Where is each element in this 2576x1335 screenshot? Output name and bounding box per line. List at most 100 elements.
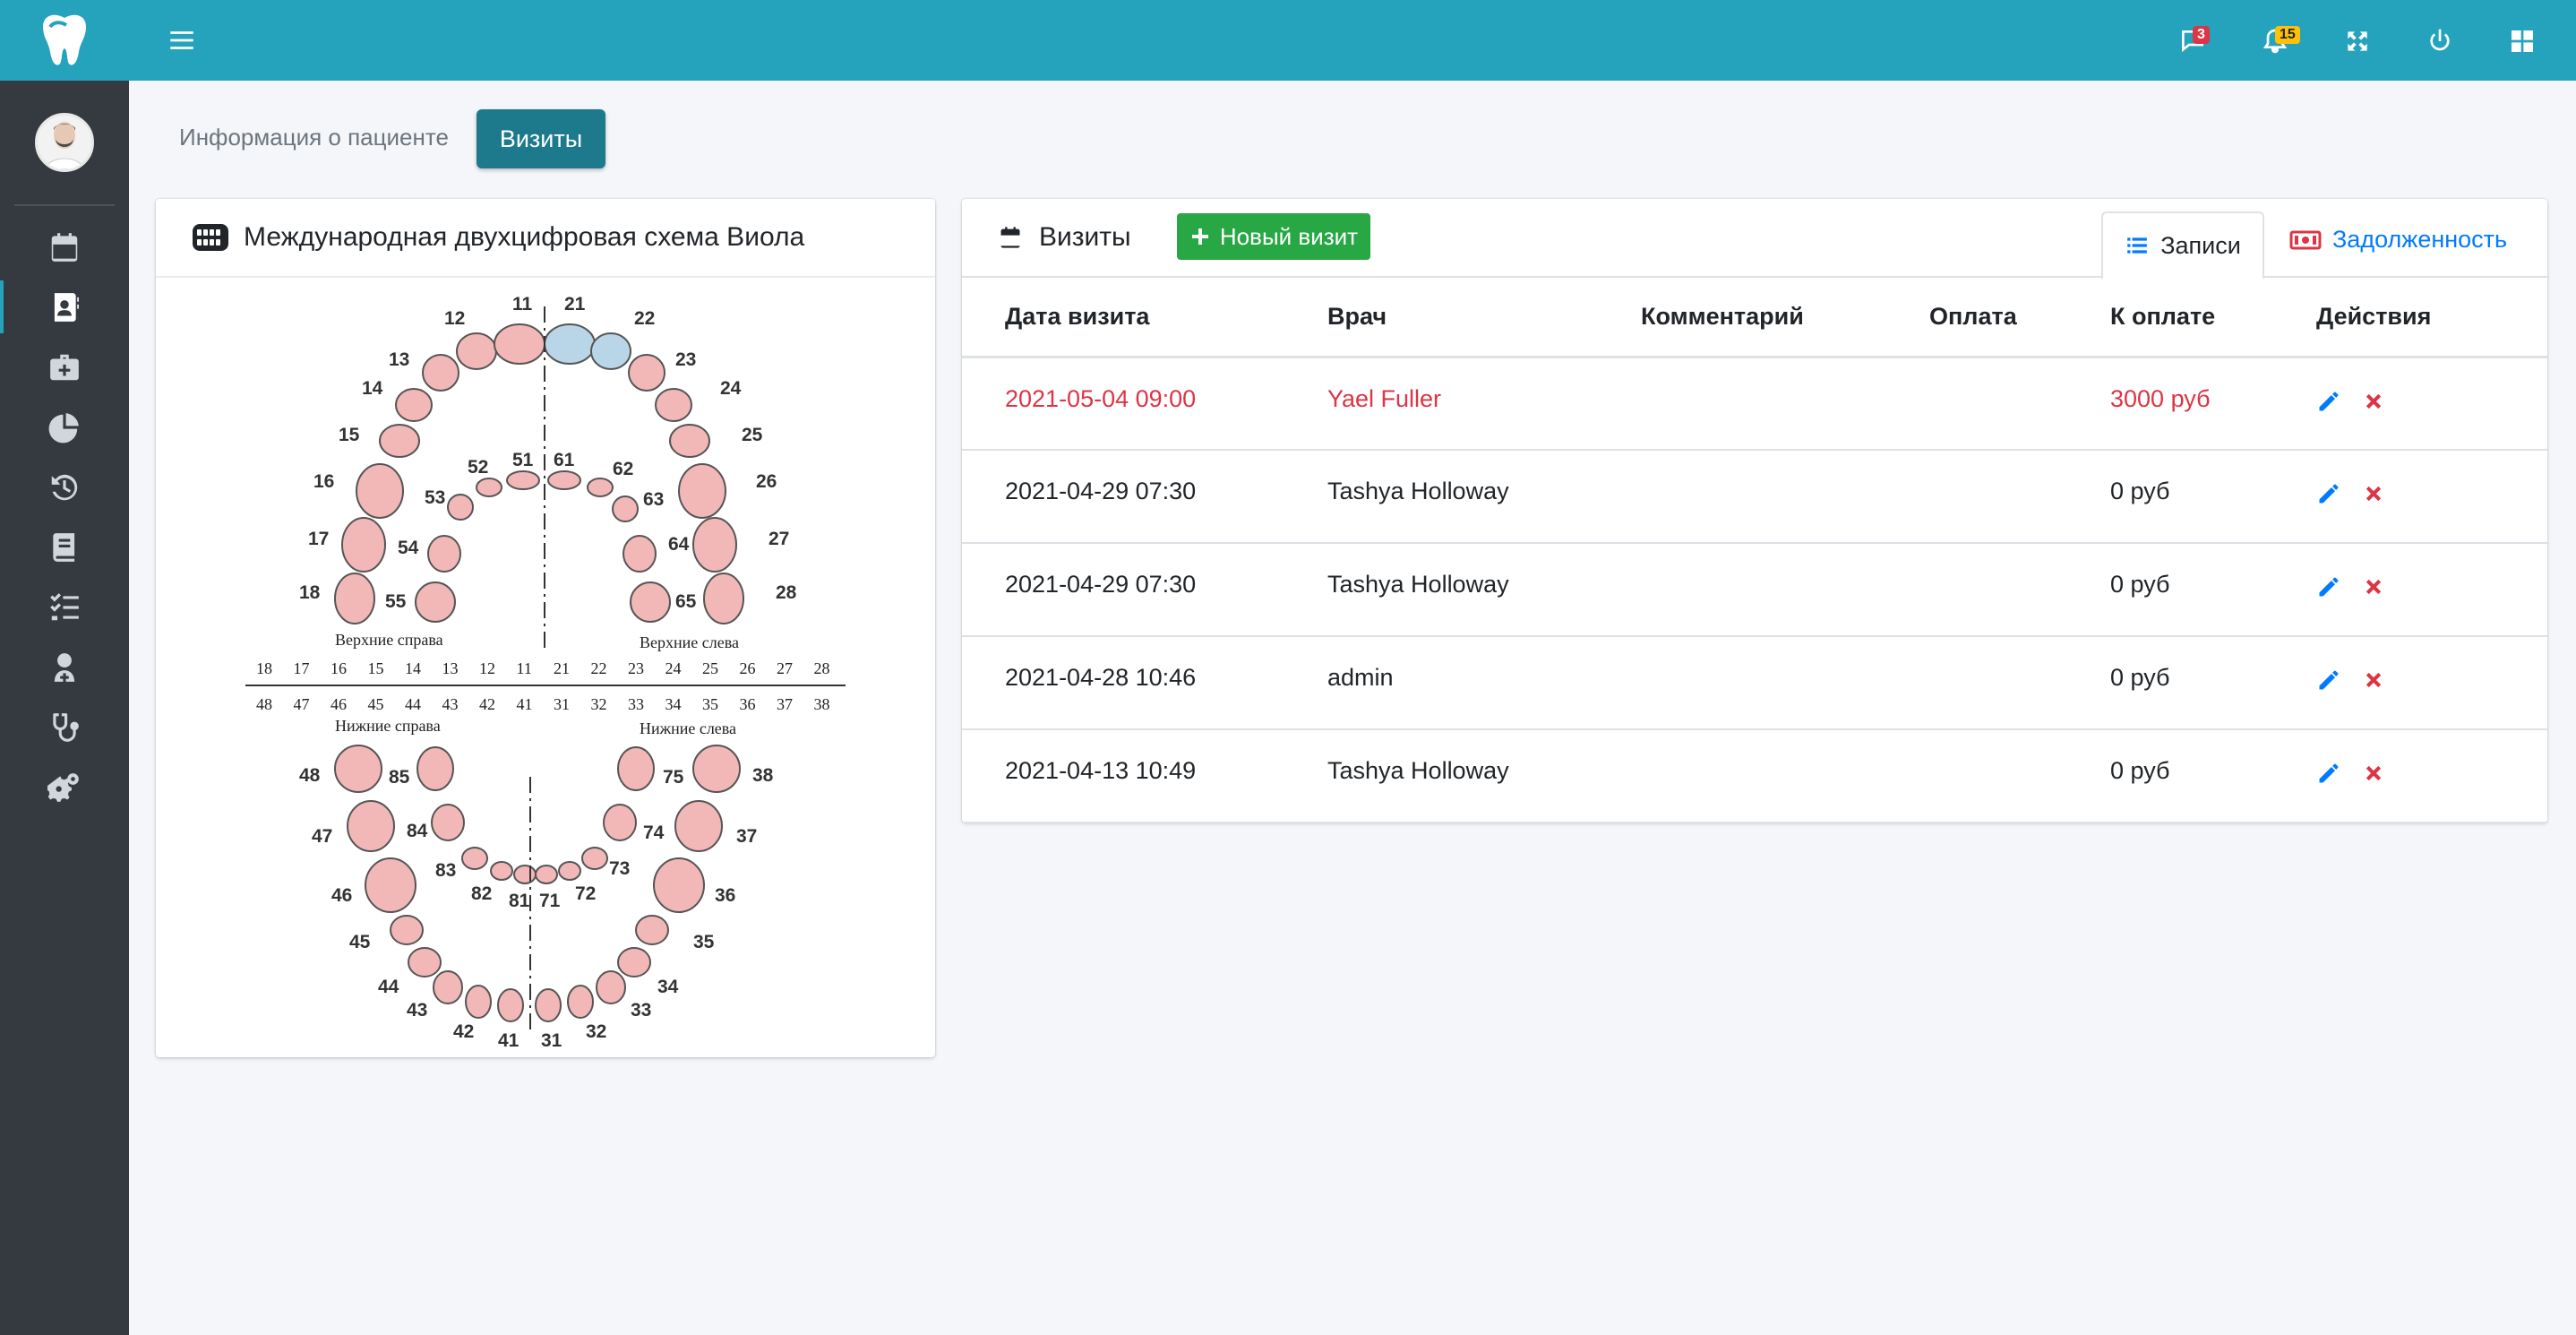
tooth-74[interactable]	[603, 804, 637, 841]
delete-button[interactable]	[2361, 668, 2386, 699]
fullscreen-button[interactable]	[2338, 22, 2377, 61]
tooth-84[interactable]	[431, 804, 465, 841]
tooth-15[interactable]	[379, 424, 420, 458]
table-row[interactable]: 2021-05-04 09:00 Yael Fuller 3000 руб	[962, 357, 2547, 451]
tooth-83[interactable]	[461, 847, 488, 870]
tooth-17[interactable]	[341, 517, 386, 573]
sidebar-item-tasks[interactable]	[0, 577, 129, 637]
tooth-62[interactable]	[587, 478, 614, 497]
tab-records[interactable]: Записи	[2101, 211, 2264, 280]
tooth-63[interactable]	[612, 495, 639, 522]
sidebar-item-services[interactable]	[0, 697, 129, 757]
table-row[interactable]: 2021-04-28 10:46 admin 0 руб	[962, 636, 2547, 730]
sidebar-item-patients[interactable]	[0, 277, 129, 337]
tooth-32[interactable]	[567, 985, 594, 1019]
tooth-37[interactable]	[674, 800, 723, 852]
menu-toggle-button[interactable]	[167, 25, 197, 56]
tooth-11[interactable]	[494, 323, 545, 365]
tooth-13[interactable]	[422, 354, 459, 392]
col-comment[interactable]: Комментарий	[1598, 278, 1886, 358]
edit-button[interactable]	[2316, 481, 2341, 512]
col-due[interactable]: К оплате	[2067, 278, 2273, 358]
tooth-43[interactable]	[433, 970, 463, 1004]
delete-button[interactable]	[2361, 761, 2386, 792]
row-upper-number: 28	[814, 659, 830, 677]
tooth-44[interactable]	[408, 947, 442, 978]
tooth-23[interactable]	[628, 354, 665, 392]
tooth-61[interactable]	[547, 470, 581, 490]
tooth-71[interactable]	[535, 865, 558, 884]
table-row[interactable]: 2021-04-29 07:30 Tashya Holloway 0 руб	[962, 450, 2547, 544]
tooth-55[interactable]	[415, 581, 456, 623]
tooth-12[interactable]	[456, 332, 497, 370]
sidebar-item-reports[interactable]	[0, 397, 129, 457]
tab-patient-info[interactable]: Информация о пациенте	[179, 124, 449, 151]
delete-button[interactable]	[2361, 389, 2386, 420]
tooth-26[interactable]	[678, 463, 726, 519]
tooth-73[interactable]	[581, 847, 608, 870]
tooth-75[interactable]	[617, 746, 655, 791]
tooth-38[interactable]	[692, 745, 741, 793]
close-icon	[2366, 672, 2382, 688]
sidebar-item-settings[interactable]	[0, 757, 129, 817]
tooth-72[interactable]	[558, 861, 581, 881]
table-row[interactable]: 2021-04-13 10:49 Tashya Holloway 0 руб	[962, 729, 2547, 823]
brand-logo[interactable]	[0, 0, 129, 81]
tooth-34[interactable]	[617, 947, 651, 978]
tooth-28[interactable]	[703, 573, 744, 624]
tooth-14[interactable]	[395, 388, 433, 422]
tooth-52[interactable]	[476, 478, 502, 497]
tooth-18[interactable]	[334, 573, 375, 624]
delete-button[interactable]	[2361, 481, 2386, 512]
edit-button[interactable]	[2316, 574, 2341, 606]
tooth-41[interactable]	[497, 988, 524, 1022]
notifications-button[interactable]: 15	[2255, 22, 2300, 61]
tooth-number-26: 26	[756, 471, 777, 492]
sidebar-item-journal[interactable]	[0, 517, 129, 577]
edit-button[interactable]	[2316, 761, 2341, 792]
tooth-25[interactable]	[669, 424, 710, 458]
tooth-22[interactable]	[590, 332, 631, 370]
tab-visits[interactable]: Визиты	[477, 109, 605, 168]
sidebar-item-doctors[interactable]	[0, 637, 129, 697]
sidebar-item-calendar[interactable]	[0, 217, 129, 277]
tooth-53[interactable]	[447, 494, 474, 521]
new-visit-button[interactable]: Новый визит	[1177, 213, 1370, 260]
tooth-85[interactable]	[416, 746, 454, 791]
tooth-42[interactable]	[465, 985, 492, 1019]
col-payment[interactable]: Оплата	[1886, 278, 2067, 358]
messages-button[interactable]: 3	[2173, 22, 2212, 61]
tooth-number-51: 51	[512, 450, 534, 470]
col-doctor[interactable]: Врач	[1284, 278, 1598, 358]
tooth-21[interactable]	[544, 323, 596, 365]
tooth-54[interactable]	[427, 535, 461, 573]
apps-button[interactable]	[2503, 22, 2542, 61]
tab-debt[interactable]: Задолженность	[2289, 226, 2507, 254]
tooth-64[interactable]	[623, 535, 657, 573]
tooth-48[interactable]	[334, 745, 382, 793]
tooth-46[interactable]	[365, 857, 416, 913]
tooth-35[interactable]	[635, 915, 669, 945]
tooth-24[interactable]	[655, 388, 692, 422]
logout-button[interactable]	[2420, 22, 2460, 61]
table-row[interactable]: 2021-04-29 07:30 Tashya Holloway 0 руб	[962, 543, 2547, 637]
edit-button[interactable]	[2316, 668, 2341, 699]
edit-button[interactable]	[2316, 389, 2341, 420]
tooth-36[interactable]	[653, 857, 705, 913]
tooth-81[interactable]	[513, 865, 537, 884]
tooth-27[interactable]	[692, 517, 737, 573]
book-icon	[53, 532, 75, 562]
tooth-16[interactable]	[356, 463, 404, 519]
tooth-65[interactable]	[630, 581, 671, 623]
tooth-82[interactable]	[490, 861, 513, 881]
delete-button[interactable]	[2361, 574, 2386, 606]
sidebar-item-clinic[interactable]	[0, 337, 129, 397]
sidebar-item-history[interactable]	[0, 457, 129, 517]
tooth-45[interactable]	[390, 915, 424, 945]
avatar[interactable]	[35, 113, 94, 172]
col-date[interactable]: Дата визита	[962, 278, 1284, 358]
tooth-51[interactable]	[506, 470, 540, 490]
tooth-47[interactable]	[347, 800, 395, 852]
tooth-31[interactable]	[535, 988, 562, 1022]
tooth-33[interactable]	[596, 970, 626, 1004]
